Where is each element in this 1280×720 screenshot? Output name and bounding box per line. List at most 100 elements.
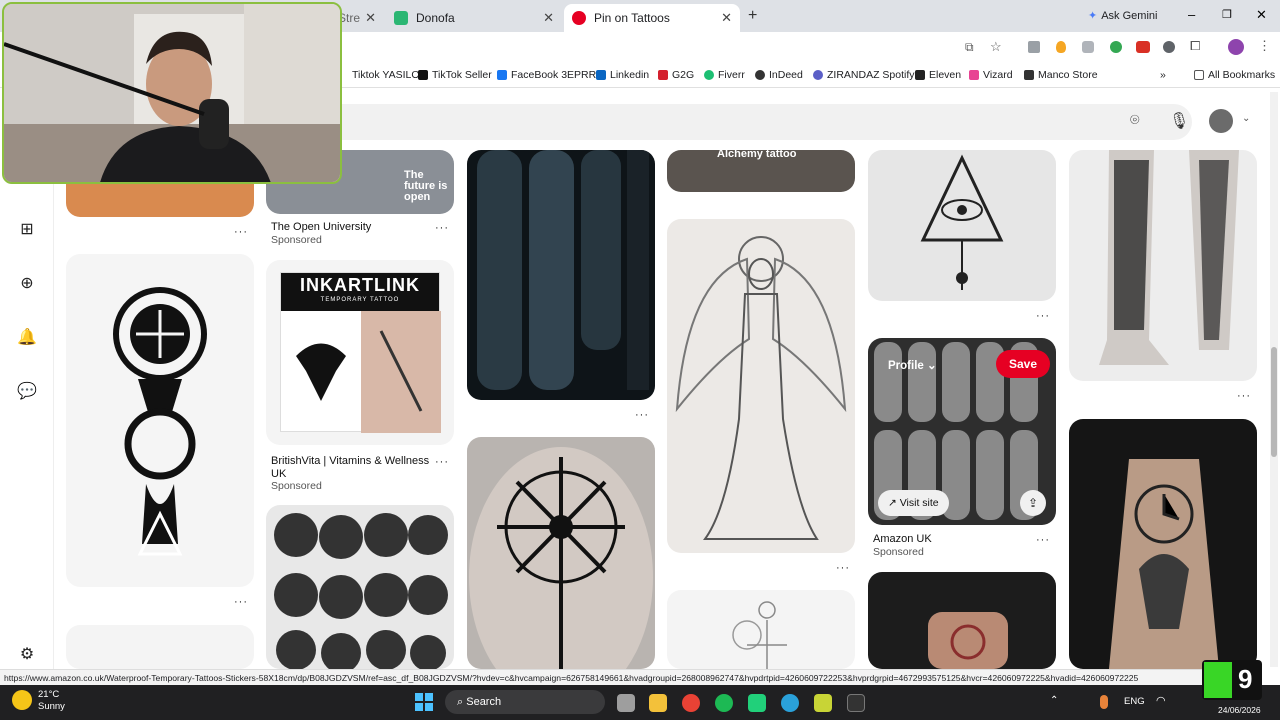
pin-image[interactable]: Alchemy tattoo	[667, 150, 855, 192]
avatar[interactable]	[1209, 109, 1233, 133]
pin-image[interactable]	[1069, 419, 1257, 669]
cast-icon[interactable]: ⧉	[965, 40, 974, 55]
file-explorer-icon[interactable]	[649, 694, 667, 712]
bookmark-item[interactable]: G2G	[658, 69, 694, 81]
pin-image[interactable]	[667, 219, 855, 553]
microphone-icon[interactable]: 🎙	[1169, 111, 1189, 131]
extension-icon[interactable]	[1136, 41, 1150, 53]
app-icon[interactable]	[847, 694, 865, 712]
more-options-icon[interactable]: ···	[234, 226, 248, 238]
search-label: Search	[466, 696, 502, 708]
profile-avatar[interactable]	[1228, 39, 1244, 55]
task-view-icon[interactable]	[617, 694, 635, 712]
all-bookmarks[interactable]: All Bookmarks	[1194, 69, 1275, 81]
taskbar-search[interactable]: ⌕ Search	[445, 690, 605, 714]
create-icon[interactable]: ⊕	[17, 274, 37, 294]
pin-image[interactable]	[467, 150, 655, 400]
more-options-icon[interactable]: ···	[234, 596, 248, 608]
left-sidebar: ⊞ ⊕ 🔔 💬 ⚙	[0, 180, 54, 670]
search-input[interactable]	[342, 104, 1192, 140]
bookmark-item[interactable]: ZIRANDAZ Spotify	[813, 69, 915, 81]
pin-image[interactable]	[667, 590, 855, 669]
chrome-icon[interactable]	[682, 694, 700, 712]
boards-icon[interactable]: ⊞	[17, 220, 37, 240]
app-icon[interactable]	[748, 694, 766, 712]
language-indicator[interactable]: ENG	[1124, 696, 1145, 707]
puzzle-icon[interactable]: ⧠	[1190, 38, 1200, 54]
windows-start-icon[interactable]	[415, 693, 433, 711]
pin-image-hovered[interactable]: Profile ⌄ Save ↗ Visit site ⇪	[868, 338, 1056, 525]
bookmark-star-icon[interactable]: ☆	[990, 39, 1002, 55]
scrollbar[interactable]	[1270, 92, 1278, 667]
pin-image[interactable]	[66, 625, 254, 669]
pin-image[interactable]	[1069, 150, 1257, 381]
profile-dropdown[interactable]: Profile ⌄	[888, 358, 937, 372]
new-tab-icon[interactable]: +	[748, 7, 757, 25]
notifications-icon[interactable]: 🔔	[17, 328, 37, 348]
extension-icon[interactable]	[1028, 41, 1040, 53]
sleeve-tattoo-image	[477, 150, 649, 390]
ask-gemini-button[interactable]: ✦ Ask Gemini	[1088, 9, 1157, 23]
metamask-icon[interactable]	[1056, 41, 1066, 53]
more-options-icon[interactable]: ···	[435, 222, 449, 234]
more-options-icon[interactable]: ···	[1036, 310, 1050, 322]
menu-icon[interactable]: ⋮	[1258, 38, 1271, 54]
extension-icon[interactable]	[1110, 41, 1122, 53]
maximize-icon[interactable]: ❐	[1222, 8, 1232, 21]
date[interactable]: 24/06/2026	[1218, 705, 1261, 715]
weather-icon[interactable]	[12, 690, 32, 710]
bookmark-item[interactable]: TikTok Seller	[418, 69, 492, 81]
more-options-icon[interactable]: ···	[836, 562, 850, 574]
shield-icon[interactable]	[1082, 41, 1094, 53]
close-icon[interactable]: ✕	[543, 10, 554, 26]
pin-image[interactable]	[467, 437, 655, 669]
bookmark-item[interactable]: Vizard	[969, 69, 1013, 81]
pin-image[interactable]: INKARTLINK TEMPORARY TATTOO	[266, 260, 454, 445]
bookmark-item[interactable]: FaceBook 3EPRRR	[497, 69, 604, 81]
close-icon[interactable]: ✕	[721, 10, 732, 26]
chevron-right-icon[interactable]: »	[1160, 69, 1166, 81]
pin-title[interactable]: BritishVita | Vitamins & Wellness UK	[271, 455, 431, 481]
extension-icon[interactable]	[1163, 41, 1175, 53]
bookmark-item[interactable]: Linkedin	[596, 69, 649, 81]
more-options-icon[interactable]: ···	[1036, 534, 1050, 546]
close-icon[interactable]: ✕	[365, 10, 376, 26]
bookmark-item[interactable]: Fiverr	[704, 69, 745, 81]
tab-pin-on-tattoos[interactable]: Pin on Tattoos ✕	[564, 4, 740, 32]
bookmark-item[interactable]: Tiktok YASILO	[352, 69, 420, 81]
telegram-icon[interactable]	[781, 694, 799, 712]
weather-widget[interactable]: 21°C Sunny	[38, 689, 65, 713]
spotify-icon[interactable]	[715, 694, 733, 712]
share-icon[interactable]: ⇪	[1020, 490, 1046, 516]
more-options-icon[interactable]: ···	[435, 456, 449, 468]
microphone-icon[interactable]	[1100, 695, 1108, 709]
chevron-down-icon[interactable]: ⌄	[1242, 113, 1250, 124]
bookmark-label: Eleven	[929, 69, 962, 81]
more-options-icon[interactable]: ···	[635, 409, 649, 421]
indeed-icon	[755, 70, 765, 80]
pin-image[interactable]	[868, 150, 1056, 301]
bookmark-label: TikTok Seller	[432, 69, 492, 81]
more-options-icon[interactable]: ···	[1237, 390, 1251, 402]
pin-title[interactable]: The Open University	[271, 221, 371, 234]
app-icon[interactable]	[814, 694, 832, 712]
pin-title[interactable]: Amazon UK	[873, 533, 932, 546]
pin-image[interactable]	[266, 505, 454, 669]
settings-icon[interactable]: ⚙	[17, 645, 37, 665]
wifi-icon[interactable]: ◠	[1156, 694, 1166, 707]
camera-search-icon[interactable]: ⌾	[1130, 112, 1140, 130]
linkedin-icon	[596, 70, 606, 80]
save-button[interactable]: Save	[996, 350, 1050, 378]
pin-image[interactable]	[66, 254, 254, 587]
minimize-icon[interactable]: –	[1188, 7, 1195, 22]
bookmark-label: ZIRANDAZ Spotify	[827, 69, 915, 81]
bookmark-item[interactable]: InDeed	[755, 69, 803, 81]
pin-image[interactable]	[868, 572, 1056, 669]
chevron-up-icon[interactable]: ⌃	[1050, 695, 1058, 706]
bookmark-item[interactable]: Eleven	[915, 69, 961, 81]
visit-site-button[interactable]: ↗ Visit site	[878, 490, 949, 516]
bookmark-item[interactable]: Manco Store	[1024, 69, 1098, 81]
close-window-icon[interactable]: ✕	[1256, 7, 1267, 23]
messages-icon[interactable]: 💬	[17, 382, 37, 402]
tab-donofa[interactable]: Donofa ✕	[386, 4, 562, 32]
